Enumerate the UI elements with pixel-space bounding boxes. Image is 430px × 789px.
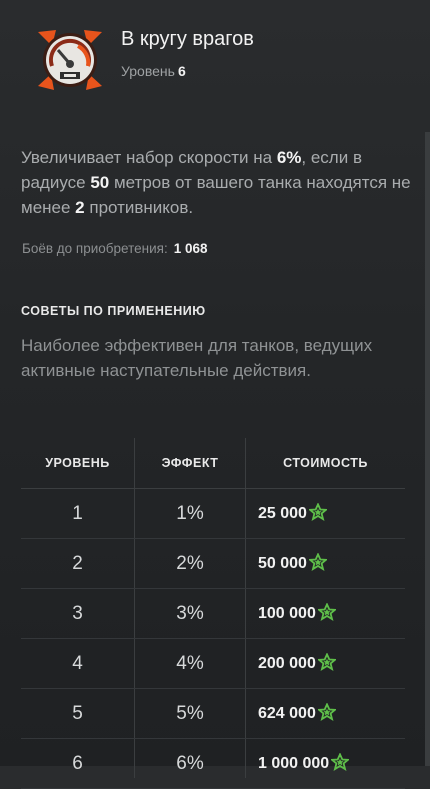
battles-value: 1 068 <box>173 241 208 256</box>
row-effect: 4% <box>176 653 204 674</box>
desc-text-1: Увеличивает набор скорости на <box>21 148 277 167</box>
row-effect: 3% <box>176 603 204 624</box>
levels-table: УРОВЕНЬ ЭФФЕКТ СТОИМОСТЬ 1 1% 25 000 2 2% 50 … <box>21 438 405 789</box>
table-row: 2 2% 50 000 <box>21 539 405 589</box>
row-effect: 6% <box>176 753 204 774</box>
row-cost: 50 000 <box>258 552 329 573</box>
speedometer-skill-icon <box>36 24 104 96</box>
header-level: УРОВЕНЬ <box>45 456 110 470</box>
row-cost-value: 624 000 <box>258 705 316 722</box>
desc-text-4: противников. <box>84 198 194 217</box>
table-row: 1 1% 25 000 <box>21 489 405 539</box>
desc-value-enemies: 2 <box>75 198 85 217</box>
row-level: 5 <box>72 703 83 724</box>
table-row: 5 5% 624 000 <box>21 689 405 739</box>
experience-star-icon <box>316 702 338 721</box>
level-label: Уровень <box>121 63 175 79</box>
table-row: 4 4% 200 000 <box>21 639 405 689</box>
scrollbar[interactable] <box>425 132 430 766</box>
experience-star-icon <box>307 552 329 571</box>
skill-level: Уровень 6 <box>121 63 186 79</box>
row-level: 4 <box>72 653 83 674</box>
row-level: 6 <box>72 753 83 774</box>
row-cost: 1 000 000 <box>258 752 351 773</box>
skill-description: Увеличивает набор скорости на 6%, если в… <box>21 145 416 220</box>
experience-star-icon <box>316 652 338 671</box>
table-header: УРОВЕНЬ ЭФФЕКТ СТОИМОСТЬ <box>21 438 405 489</box>
tips-text: Наиболее эффективен для танков, ведущих … <box>21 336 373 380</box>
experience-star-icon <box>316 602 338 621</box>
row-cost-value: 200 000 <box>258 655 316 672</box>
desc-value-radius: 50 <box>90 173 110 192</box>
row-cost: 100 000 <box>258 602 338 623</box>
row-cost-value: 25 000 <box>258 505 307 522</box>
desc-value-percent: 6% <box>276 148 302 167</box>
experience-star-icon <box>307 502 329 521</box>
row-cost: 624 000 <box>258 702 338 723</box>
skill-header: В кругу врагов Уровень 6 <box>0 0 430 120</box>
tips-heading: СОВЕТЫ ПО ПРИМЕНЕНИЮ <box>21 304 206 318</box>
table-row: 6 6% 1 000 000 <box>21 739 405 789</box>
row-level: 2 <box>72 553 83 574</box>
table-row: 3 3% 100 000 <box>21 589 405 639</box>
row-effect: 1% <box>176 503 204 524</box>
level-value: 6 <box>177 63 186 79</box>
battles-label: Боёв до приобретения: <box>22 241 168 256</box>
row-level: 3 <box>72 603 83 624</box>
row-effect: 5% <box>176 703 204 724</box>
row-cost-value: 1 000 000 <box>258 755 330 772</box>
row-cost: 200 000 <box>258 652 338 673</box>
row-effect: 2% <box>176 553 204 574</box>
header-cost: СТОИМОСТЬ <box>283 456 368 470</box>
row-cost-value: 50 000 <box>258 555 307 572</box>
row-cost: 25 000 <box>258 502 329 523</box>
header-effect: ЭФФЕКТ <box>161 456 219 470</box>
skill-title: В кругу врагов <box>121 28 254 50</box>
row-cost-value: 100 000 <box>258 605 316 622</box>
experience-star-icon <box>329 752 351 771</box>
battles-to-acquire: Боёв до приобретения: 1 068 <box>22 241 208 256</box>
row-level: 1 <box>72 503 83 524</box>
